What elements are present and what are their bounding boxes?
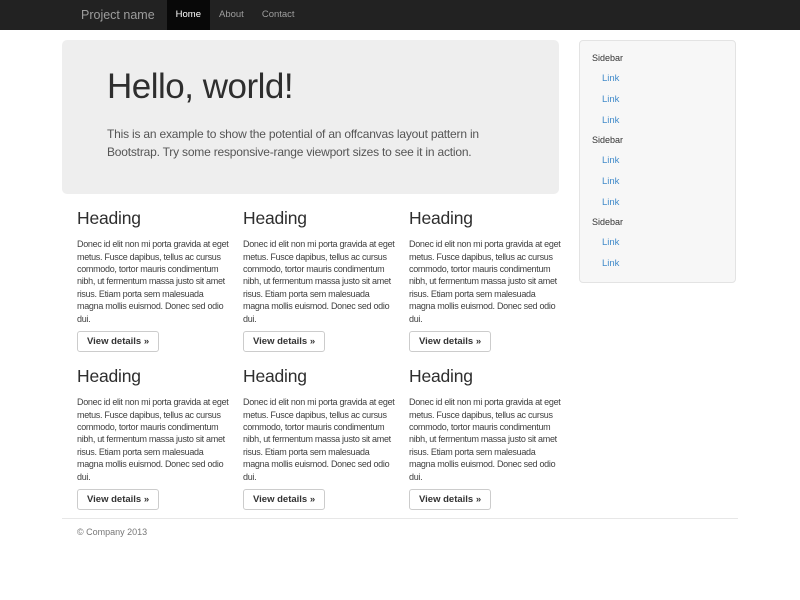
nav-item-contact[interactable]: Contact (253, 0, 304, 30)
view-details-button[interactable]: View details » (409, 489, 491, 510)
card-body-line: magna mollis euismod. Donec sed odio (243, 458, 394, 470)
card-body-line: nibh, ut fermentum massa justo sit amet (409, 433, 560, 445)
card-body-line: commodo, tortor mauris condimentum (243, 421, 394, 433)
card-body: Donec id elit non mi porta gravida at eg… (243, 238, 394, 325)
footer-copyright: © Company 2013 (77, 527, 738, 537)
main-content: Hello, world! This is an example to show… (62, 40, 560, 510)
card-body-line: commodo, tortor mauris condimentum (243, 263, 394, 275)
card-heading: Heading (77, 366, 228, 386)
navbar-brand[interactable]: Project name (81, 0, 167, 30)
card-body: Donec id elit non mi porta gravida at eg… (409, 396, 560, 483)
card-body-line: nibh, ut fermentum massa justo sit amet (243, 433, 394, 445)
card-body-line: metus. Fusce dapibus, tellus ac cursus (77, 251, 228, 263)
content-row: Heading Donec id elit non mi porta gravid… (62, 366, 560, 510)
card-body-line: dui. (77, 471, 228, 483)
card-body-line: dui. (409, 313, 560, 325)
footer: © Company 2013 (62, 518, 738, 537)
card-body-line: magna mollis euismod. Donec sed odio (409, 300, 560, 312)
hero-title: Hello, world! (107, 68, 514, 107)
card-body: Donec id elit non mi porta gravida at eg… (77, 238, 228, 325)
card-heading: Heading (409, 366, 560, 386)
view-details-button[interactable]: View details » (77, 331, 159, 352)
hero-description-line: Bootstrap. Try some responsive-range vie… (107, 143, 514, 162)
card-body-line: commodo, tortor mauris condimentum (77, 263, 228, 275)
feature-card: Heading Donec id elit non mi porta gravid… (394, 208, 560, 352)
card-body-line: dui. (409, 471, 560, 483)
card-body-line: nibh, ut fermentum massa justo sit amet (243, 275, 394, 287)
card-body: Donec id elit non mi porta gravida at eg… (77, 396, 228, 483)
card-body-line: risus. Etiam porta sem malesuada (409, 288, 560, 300)
navbar-menu: HomeAboutContact (167, 0, 304, 30)
card-heading: Heading (243, 366, 394, 386)
feature-card: Heading Donec id elit non mi porta gravid… (228, 366, 394, 510)
card-body-line: commodo, tortor mauris condimentum (409, 421, 560, 433)
card-body: Donec id elit non mi porta gravida at eg… (409, 238, 560, 325)
card-body-line: commodo, tortor mauris condimentum (409, 263, 560, 275)
card-body-line: Donec id elit non mi porta gravida at eg… (243, 238, 394, 250)
card-body-line: metus. Fusce dapibus, tellus ac cursus (409, 251, 560, 263)
card-body-line: nibh, ut fermentum massa justo sit amet (409, 275, 560, 287)
sidebar-link[interactable]: Link (580, 232, 735, 253)
main-row: Hello, world! This is an example to show… (62, 40, 738, 510)
sidebar-group-header: Sidebar (580, 131, 735, 150)
card-body-line: Donec id elit non mi porta gravida at eg… (77, 396, 228, 408)
sidebar-link[interactable]: Link (580, 110, 735, 131)
view-details-button[interactable]: View details » (243, 331, 325, 352)
card-body-line: dui. (243, 313, 394, 325)
content-row: Heading Donec id elit non mi porta gravid… (62, 208, 560, 352)
card-body-line: magna mollis euismod. Donec sed odio (409, 458, 560, 470)
view-details-button[interactable]: View details » (409, 331, 491, 352)
card-body-line: metus. Fusce dapibus, tellus ac cursus (243, 251, 394, 263)
card-body-line: Donec id elit non mi porta gravida at eg… (77, 238, 228, 250)
nav-item-about[interactable]: About (210, 0, 253, 30)
card-body-line: magna mollis euismod. Donec sed odio (77, 300, 228, 312)
card-body-line: Donec id elit non mi porta gravida at eg… (243, 396, 394, 408)
card-body: Donec id elit non mi porta gravida at eg… (243, 396, 394, 483)
view-details-button[interactable]: View details » (243, 489, 325, 510)
sidebar-link[interactable]: Link (580, 68, 735, 89)
card-heading: Heading (77, 208, 228, 228)
card-body-line: metus. Fusce dapibus, tellus ac cursus (77, 409, 228, 421)
view-details-button[interactable]: View details » (77, 489, 159, 510)
nav-item-home[interactable]: Home (167, 0, 210, 30)
sidebar-link[interactable]: Link (580, 253, 735, 274)
sidebar-link[interactable]: Link (580, 89, 735, 110)
hero-description-line: This is an example to show the potential… (107, 125, 514, 144)
card-body-line: magna mollis euismod. Donec sed odio (77, 458, 228, 470)
card-body-line: risus. Etiam porta sem malesuada (409, 446, 560, 458)
hero-description: This is an example to show the potential… (107, 125, 514, 162)
page-container: Hello, world! This is an example to show… (62, 40, 738, 537)
feature-card: Heading Donec id elit non mi porta gravid… (62, 366, 228, 510)
card-body-line: nibh, ut fermentum massa justo sit amet (77, 433, 228, 445)
card-body-line: dui. (77, 313, 228, 325)
card-body-line: commodo, tortor mauris condimentum (77, 421, 228, 433)
card-heading: Heading (243, 208, 394, 228)
navbar: Project name HomeAboutContact (0, 0, 800, 30)
card-body-line: risus. Etiam porta sem malesuada (77, 446, 228, 458)
card-body-line: risus. Etiam porta sem malesuada (243, 288, 394, 300)
content-grid: Heading Donec id elit non mi porta gravid… (62, 208, 560, 510)
sidebar-group-header: Sidebar (580, 213, 735, 232)
card-body-line: magna mollis euismod. Donec sed odio (243, 300, 394, 312)
card-heading: Heading (409, 208, 560, 228)
feature-card: Heading Donec id elit non mi porta gravid… (62, 208, 228, 352)
jumbotron: Hello, world! This is an example to show… (62, 40, 559, 194)
card-body-line: metus. Fusce dapibus, tellus ac cursus (243, 409, 394, 421)
sidebar-group-header: Sidebar (580, 49, 735, 68)
feature-card: Heading Donec id elit non mi porta gravid… (394, 366, 560, 510)
card-body-line: risus. Etiam porta sem malesuada (243, 446, 394, 458)
card-body-line: Donec id elit non mi porta gravida at eg… (409, 396, 560, 408)
sidebar-link[interactable]: Link (580, 150, 735, 171)
card-body-line: nibh, ut fermentum massa justo sit amet (77, 275, 228, 287)
card-body-line: risus. Etiam porta sem malesuada (77, 288, 228, 300)
card-body-line: Donec id elit non mi porta gravida at eg… (409, 238, 560, 250)
feature-card: Heading Donec id elit non mi porta gravid… (228, 208, 394, 352)
card-body-line: dui. (243, 471, 394, 483)
sidebar-link[interactable]: Link (580, 192, 735, 213)
sidebar-panel: SidebarLinkLinkLinkSidebarLinkLinkLinkSi… (579, 40, 736, 283)
card-body-line: metus. Fusce dapibus, tellus ac cursus (409, 409, 560, 421)
sidebar-link[interactable]: Link (580, 171, 735, 192)
